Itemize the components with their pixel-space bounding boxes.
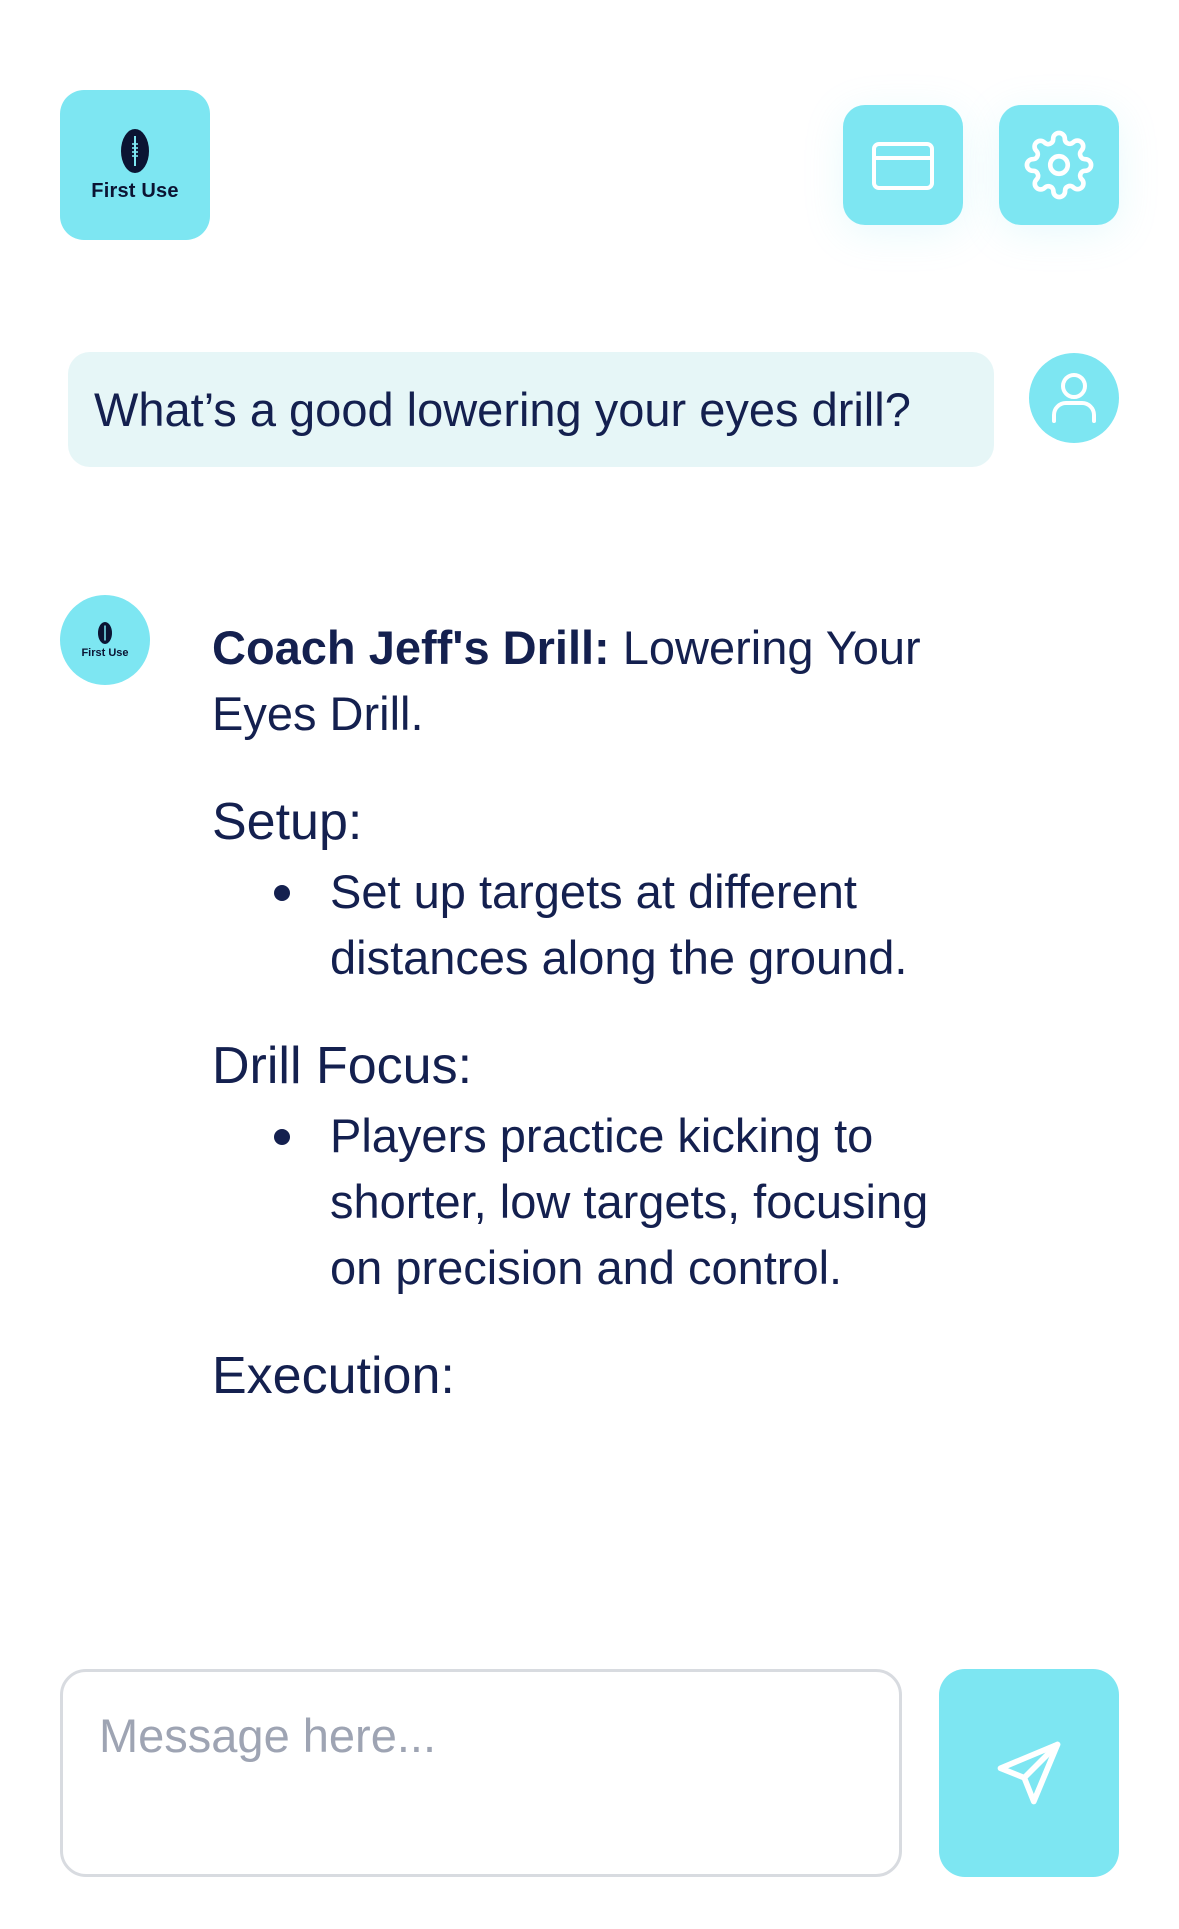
message-input[interactable] [99,1708,863,1763]
app-logo-button[interactable]: First Use [60,90,210,240]
bot-message: Coach Jeff's Drill: Lowering Your Eyes D… [212,615,1012,1411]
send-button[interactable] [939,1669,1119,1877]
send-icon [997,1741,1061,1805]
section-heading-setup: Setup: [212,793,363,851]
settings-button[interactable] [999,105,1119,225]
folder-icon [872,142,934,190]
user-avatar[interactable] [1029,353,1119,443]
setup-list: Set up targets at different distances al… [212,859,1012,991]
football-icon [98,622,112,644]
bot-message-title: Coach Jeff's Drill: Lowering Your Eyes D… [212,615,1012,747]
list-item: Set up targets at different distances al… [212,859,952,991]
list-item: Players practice kicking to shorter, low… [212,1103,952,1301]
bot-title-bold: Coach Jeff's Drill: [212,621,610,674]
folder-button[interactable] [843,105,963,225]
football-icon [121,128,149,173]
message-composer[interactable] [60,1669,902,1877]
user-icon [1052,373,1096,423]
bot-avatar-text: First Use [81,647,129,659]
user-message-bubble: What’s a good lowering your eyes drill? [68,352,994,467]
section-heading-drill-focus: Drill Focus: [212,1037,473,1095]
header-actions [843,105,1119,225]
chat-screen: First Use What’s a good lowering your ey… [0,0,1179,1929]
bot-avatar: First Use [60,595,150,685]
logo-text: First Use [91,179,179,202]
section-heading-execution: Execution: [212,1347,455,1405]
drill-focus-list: Players practice kicking to shorter, low… [212,1103,1012,1301]
gear-icon [1024,130,1094,200]
